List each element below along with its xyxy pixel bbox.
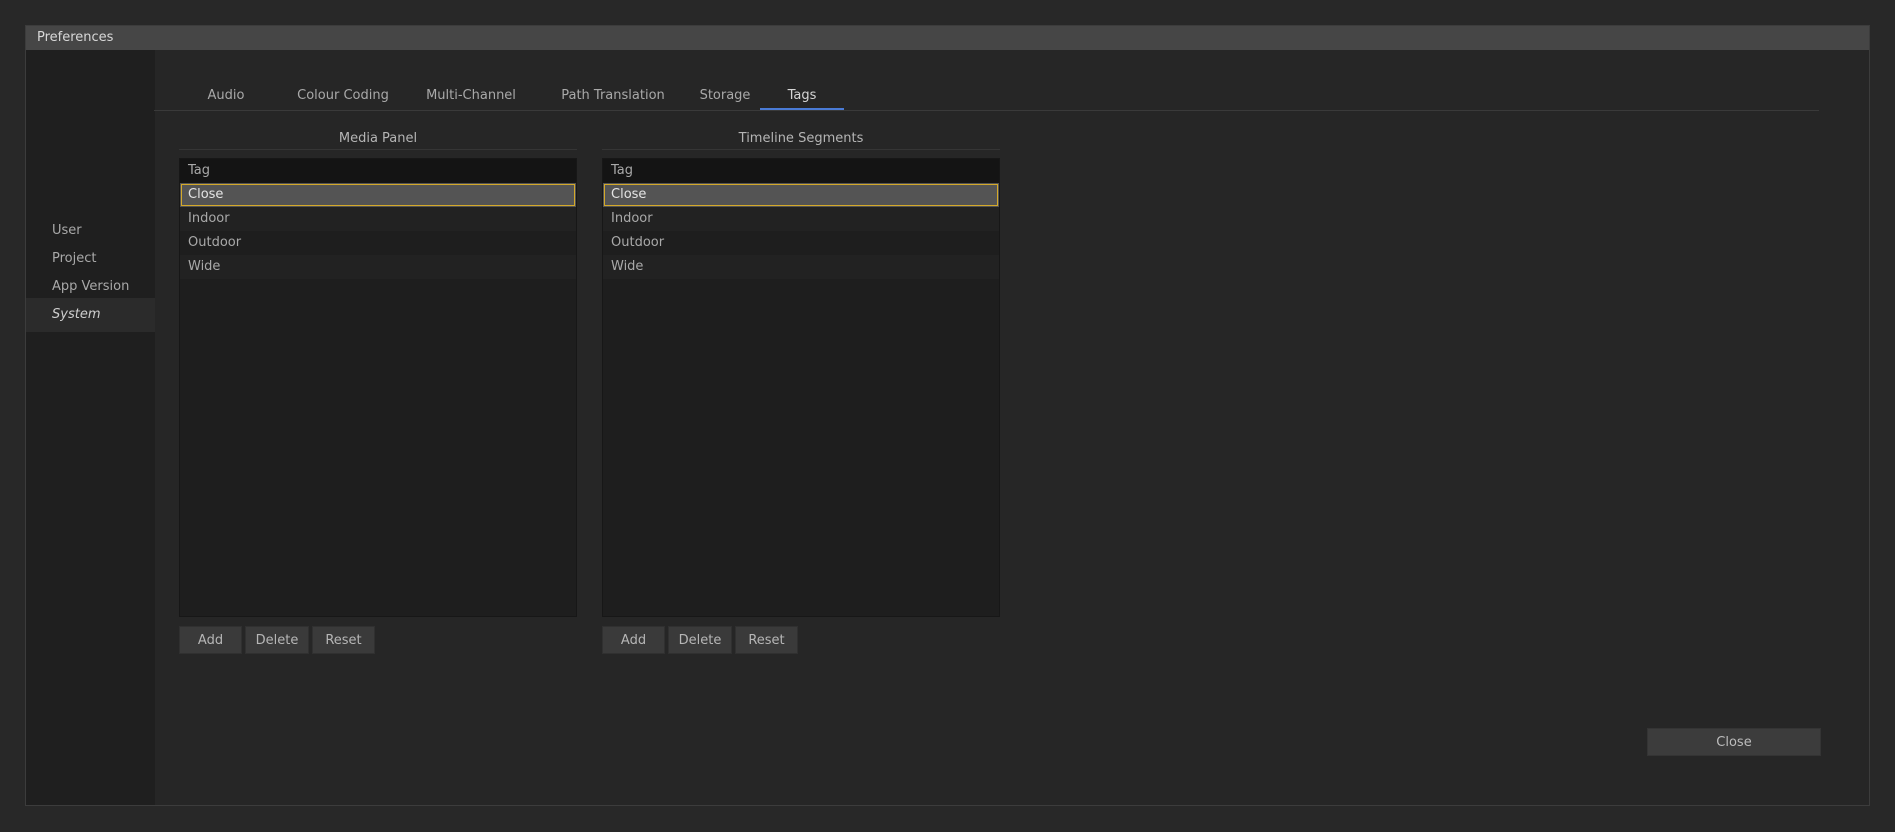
media-panel-title: Media Panel	[179, 129, 577, 150]
media-panel-delete-button[interactable]: Delete	[245, 626, 309, 654]
timeline-segments-row-close[interactable]: Close	[603, 183, 999, 207]
timeline-segments-title: Timeline Segments	[602, 129, 1000, 150]
media-panel-add-button[interactable]: Add	[179, 626, 242, 654]
tab-tags[interactable]: Tags	[760, 60, 844, 110]
tab-bar: Audio Colour Coding Multi-Channel Path T…	[154, 60, 1819, 111]
tab-multi-channel[interactable]: Multi-Channel	[409, 60, 533, 108]
window-title: Preferences	[26, 26, 1869, 50]
timeline-segments-add-button[interactable]: Add	[602, 626, 665, 654]
timeline-segments-row-wide[interactable]: Wide	[603, 255, 999, 279]
timeline-segments-column-header[interactable]: Tag	[603, 159, 999, 183]
tab-audio[interactable]: Audio	[194, 60, 258, 108]
media-panel-row-close[interactable]: Close	[180, 183, 576, 207]
timeline-segments-row-indoor[interactable]: Indoor	[603, 207, 999, 231]
media-panel-row-wide[interactable]: Wide	[180, 255, 576, 279]
timeline-segments-row-outdoor[interactable]: Outdoor	[603, 231, 999, 255]
media-panel-row-outdoor[interactable]: Outdoor	[180, 231, 576, 255]
tab-path-translation[interactable]: Path Translation	[538, 60, 688, 108]
close-button[interactable]: Close	[1647, 728, 1821, 756]
timeline-segments-reset-button[interactable]: Reset	[735, 626, 798, 654]
media-panel-column-header[interactable]: Tag	[180, 159, 576, 183]
media-panel-reset-button[interactable]: Reset	[312, 626, 375, 654]
sidebar-item-system[interactable]: System	[26, 298, 155, 332]
media-panel-tag-list: Tag Close Indoor Outdoor Wide	[179, 158, 577, 617]
timeline-segments-tag-list: Tag Close Indoor Outdoor Wide	[602, 158, 1000, 617]
timeline-segments-delete-button[interactable]: Delete	[668, 626, 732, 654]
tab-colour-coding[interactable]: Colour Coding	[282, 60, 404, 108]
media-panel-row-indoor[interactable]: Indoor	[180, 207, 576, 231]
sidebar: User Project App Version System	[26, 50, 155, 805]
